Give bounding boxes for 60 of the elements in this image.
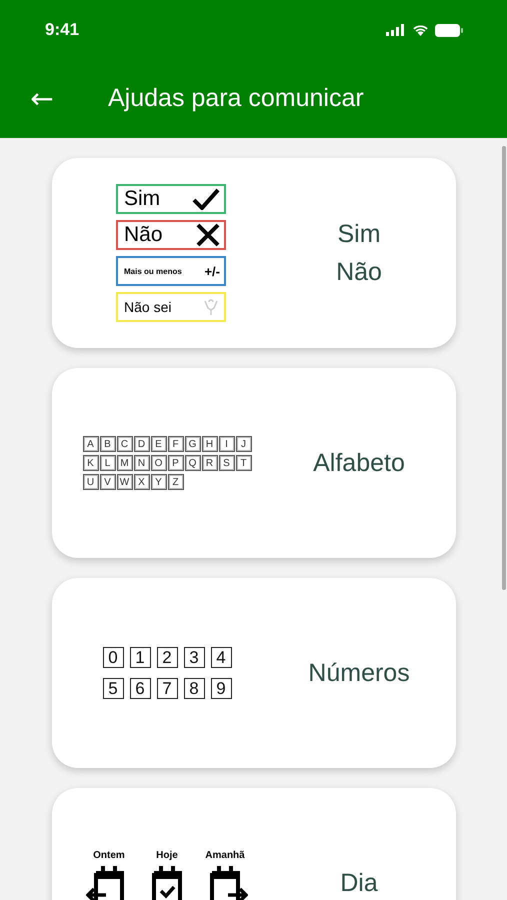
letter-tile: Q	[184, 455, 200, 471]
hands-icon	[202, 298, 220, 316]
letter-tile: T	[236, 455, 252, 471]
answer-option: Sim	[116, 184, 226, 214]
number-tile: 7	[156, 678, 178, 699]
letter-tile: E	[150, 436, 166, 452]
aid-card[interactable]: Ontem Hoje Amanhã Dia	[52, 788, 456, 900]
letter-tile: B	[100, 436, 116, 452]
number-tile: 4	[210, 647, 232, 668]
card-title: Alfabeto	[312, 448, 406, 479]
cross-icon	[196, 223, 220, 247]
letter-tile: A	[82, 436, 98, 452]
check-icon	[192, 188, 220, 210]
letter-tile: P	[168, 455, 184, 471]
letter-tile: C	[116, 436, 132, 452]
number-tile: 8	[184, 678, 204, 699]
letter-tile: J	[236, 436, 252, 452]
letter-tile: S	[218, 455, 234, 471]
answer-option: Mais ou menos +/-	[116, 256, 226, 286]
letter-tile: V	[100, 474, 116, 490]
number-tile: 2	[156, 647, 178, 668]
letter-tile: N	[134, 455, 150, 471]
day-label: Amanhã	[205, 850, 245, 861]
wifi-icon	[412, 24, 429, 36]
letter-tile: G	[184, 436, 200, 452]
number-tile: 9	[210, 678, 232, 699]
day-label: Ontem	[93, 850, 125, 861]
letter-tile: R	[202, 455, 218, 471]
letter-tile: K	[82, 455, 98, 471]
letter-tile: D	[134, 436, 150, 452]
letter-tile: M	[116, 455, 132, 471]
letter-tile: O	[150, 455, 166, 471]
number-tile: 0	[102, 647, 124, 668]
signal-icon	[386, 24, 406, 36]
aid-card[interactable]: 0 1 2 3 4 5 6 7 8 9 Números	[52, 578, 456, 768]
number-tile: 1	[130, 647, 150, 668]
back-button[interactable]: ←	[27, 82, 57, 114]
screen-title: Ajudas para comunicar	[108, 84, 364, 112]
letter-tile: W	[116, 474, 132, 490]
card-title: Dia	[339, 868, 379, 899]
status-time: 9:41	[45, 20, 80, 40]
letter-tile: L	[100, 455, 116, 471]
card-title: Sim Não	[335, 219, 383, 288]
aid-card[interactable]: Sim Não Mais ou menos +/- Não sei Sim Não	[52, 158, 456, 348]
number-tile: 5	[102, 678, 124, 699]
answer-option: Não sei	[116, 292, 226, 322]
letter-tile: H	[202, 436, 218, 452]
number-tile: 6	[130, 678, 150, 699]
battery-icon	[435, 24, 463, 36]
day-label: Hoje	[156, 850, 178, 861]
letter-tile: X	[134, 474, 150, 490]
letter-tile: Z	[168, 474, 184, 490]
letter-tile: I	[218, 436, 234, 452]
number-tile: 3	[184, 647, 204, 668]
aid-card[interactable]: A B C D E F G H I J K L M N O P Q R S T U V W X Y Z Alfabeto	[52, 368, 456, 558]
letter-tile: Y	[150, 474, 166, 490]
letter-tile: F	[168, 436, 184, 452]
letter-tile: U	[82, 474, 98, 490]
answer-option: Não	[116, 220, 226, 250]
card-title: Números	[307, 658, 411, 689]
